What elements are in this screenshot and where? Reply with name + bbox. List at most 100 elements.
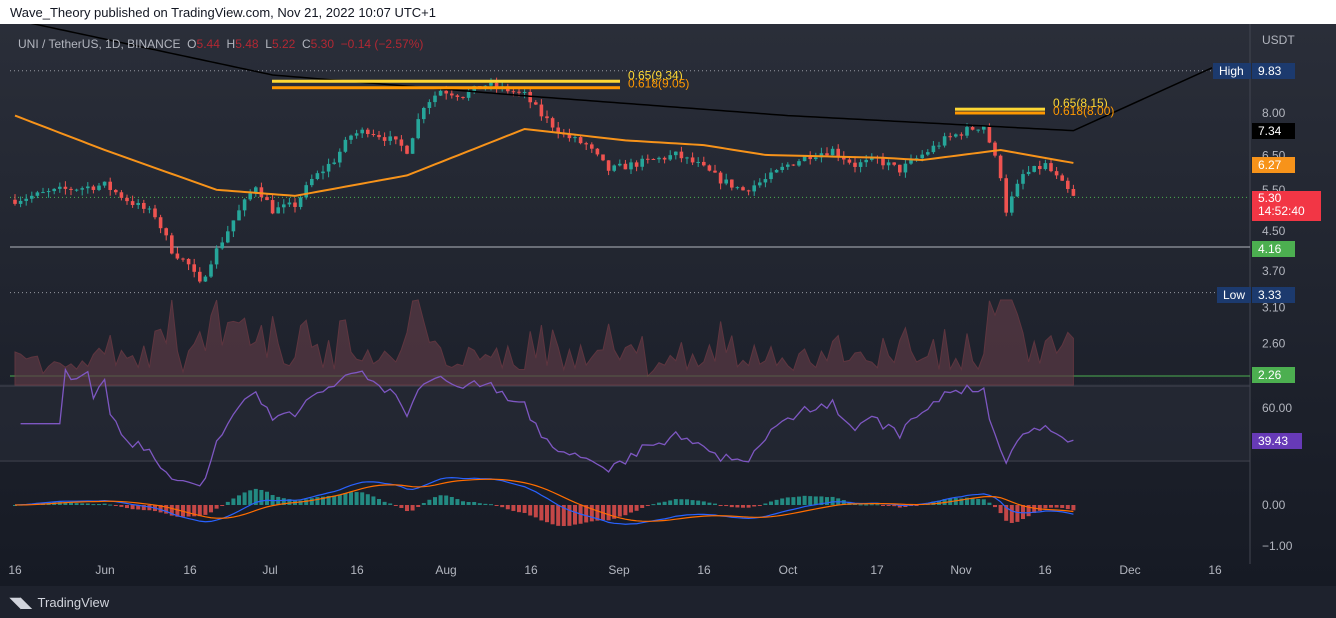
candle-body: [696, 161, 700, 163]
candle-body: [903, 163, 908, 173]
candle-body: [713, 170, 717, 173]
candle-body: [545, 116, 549, 119]
candle-body: [707, 165, 712, 171]
time-tick: Nov: [950, 563, 971, 577]
candle-body: [730, 179, 734, 188]
chart-canvas[interactable]: USDT8.006.505.504.503.703.102.6060.000.0…: [0, 19, 1336, 586]
candle-body: [242, 199, 247, 211]
candle-body: [517, 91, 521, 93]
candle-body: [220, 242, 224, 249]
candle-body: [606, 160, 611, 171]
candle-body: [898, 164, 902, 173]
candle-body: [539, 104, 544, 117]
macd-histogram-bar: [724, 505, 729, 507]
macd-histogram-bar: [573, 505, 577, 525]
symbol-name[interactable]: UNI / TetherUS, 1D, BINANCE: [18, 37, 181, 51]
candle-body: [573, 137, 577, 139]
candle-body: [198, 271, 202, 282]
time-tick: 16: [183, 563, 197, 577]
candle-body: [1054, 171, 1059, 176]
macd-histogram-bar: [91, 504, 96, 506]
candle-body: [746, 190, 751, 192]
time-tick: Sep: [608, 563, 630, 577]
close-label: C: [301, 37, 311, 51]
candle-body: [52, 188, 56, 192]
macd-histogram-bar: [657, 502, 661, 505]
macd-histogram-bar: [85, 503, 90, 505]
time-tick: 16: [1208, 563, 1222, 577]
candle-body: [164, 228, 168, 236]
candle-body: [668, 155, 672, 160]
candle-body: [836, 148, 840, 157]
macd-histogram-bar: [1049, 505, 1053, 508]
rsi-tick: 60.00: [1262, 401, 1292, 415]
macd-histogram-bar: [421, 502, 426, 505]
macd-histogram-bar: [416, 505, 421, 508]
candle-body: [394, 136, 398, 140]
november-fib-level-0618: [955, 111, 1045, 115]
macd-histogram-bar: [729, 505, 734, 508]
macd-histogram-bar: [976, 498, 981, 505]
candle-body: [63, 186, 68, 189]
candle-body: [181, 258, 185, 260]
macd-histogram-bar: [377, 498, 381, 505]
macd-histogram-bar: [1015, 505, 1020, 522]
macd-histogram-bar: [690, 500, 695, 505]
candle-body: [287, 202, 292, 205]
candle-body: [371, 134, 376, 136]
candle-body: [618, 163, 622, 166]
candle-body: [1021, 174, 1025, 184]
candle-body: [690, 157, 695, 163]
macd-histogram-bar: [259, 489, 264, 505]
macd-histogram-bar: [248, 490, 253, 505]
tradingview-logo-icon: ◥◣: [10, 593, 32, 610]
candle-body: [35, 192, 40, 196]
candle-body: [511, 91, 516, 93]
macd-histogram-bar: [466, 502, 471, 505]
footer: ◥◣ TradingView: [0, 586, 1336, 618]
candle-body: [226, 231, 230, 243]
macd-histogram-bar: [752, 505, 757, 507]
time-tick: 16: [8, 563, 22, 577]
macd-histogram-bar: [970, 498, 975, 505]
candle-body: [1032, 165, 1036, 172]
macd-histogram-bar: [108, 504, 113, 506]
macd-histogram-bar: [410, 505, 415, 511]
candle-body: [349, 135, 353, 140]
candle-body: [1049, 163, 1053, 172]
candle-body: [382, 137, 387, 141]
candle-body: [735, 187, 740, 189]
macd-histogram-bar: [780, 498, 785, 505]
macd-histogram-bar: [97, 504, 101, 506]
macd-histogram-bar: [337, 494, 342, 505]
macd-histogram-bar: [517, 505, 521, 513]
candle-body: [657, 157, 661, 160]
candle-body: [354, 133, 359, 136]
macd-histogram-bar: [186, 505, 191, 517]
macd-histogram-bar: [629, 505, 633, 513]
candle-body: [74, 189, 79, 191]
macd-histogram-bar: [438, 495, 443, 505]
candle-body: [601, 154, 605, 161]
macd-histogram-bar: [343, 493, 348, 505]
macd-histogram-bar: [539, 505, 544, 521]
macd-histogram-bar: [225, 501, 230, 505]
time-tick: 16: [350, 563, 364, 577]
macd-histogram-bar: [1065, 505, 1070, 510]
candle-body: [550, 118, 555, 128]
macd-histogram-bar: [197, 505, 202, 517]
macd-histogram-bar: [505, 505, 510, 510]
candle-body: [13, 199, 17, 204]
macd-histogram-bar: [763, 503, 768, 505]
candle-body: [321, 171, 325, 174]
macd-histogram-bar: [769, 501, 773, 505]
candle-body: [170, 235, 174, 254]
macd-histogram-bar: [998, 505, 1003, 514]
macd-histogram-bar: [718, 505, 723, 506]
candle-body: [786, 164, 790, 167]
candle-body: [1010, 196, 1014, 213]
chart-area[interactable]: USDT 8.00 6.50 5.50 4.50 3.70 3.10 2.60 60.00 0.0…: [0, 19, 1336, 586]
candle-body: [142, 202, 146, 209]
candle-body: [304, 185, 308, 198]
candle-body: [405, 145, 409, 154]
